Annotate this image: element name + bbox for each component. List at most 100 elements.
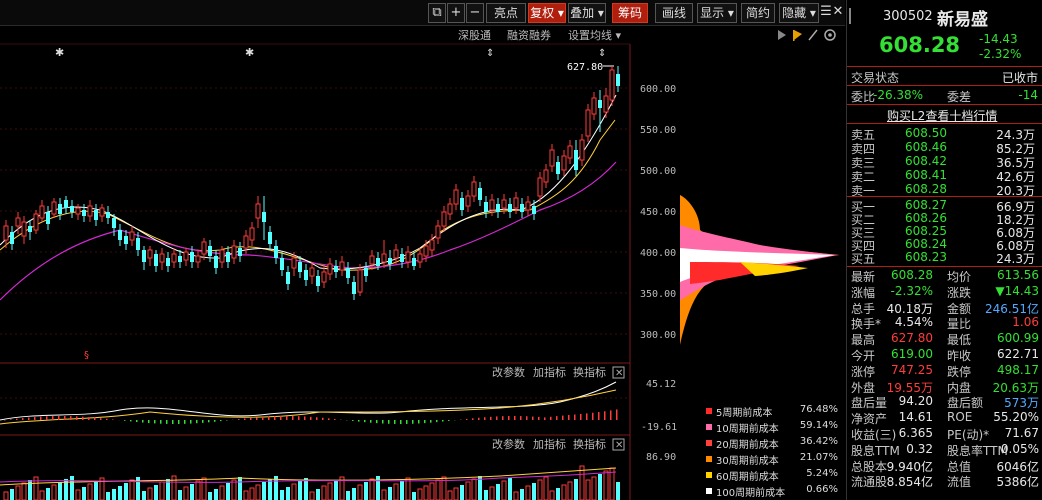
volume-bar — [567, 481, 573, 500]
vol-top-value: 86.90 — [646, 452, 676, 463]
volume-bar — [381, 489, 387, 500]
volume-bar — [94, 481, 98, 500]
macd-bar — [40, 416, 42, 420]
macd-bar — [550, 416, 552, 420]
volume-bar — [142, 491, 146, 500]
volume-bar — [489, 486, 495, 500]
quote-header: 300502 新易盛 608.28 -14.43 -2.32% — [847, 0, 1042, 66]
candle — [405, 251, 411, 263]
candle — [549, 149, 555, 167]
volume-bar — [574, 479, 578, 500]
candle — [532, 206, 536, 214]
ask-row[interactable]: 卖四 608.46 85.2万 — [851, 140, 1039, 156]
macd-bar — [556, 416, 558, 420]
volume-bar — [195, 480, 201, 500]
volume-bar — [304, 478, 308, 500]
candle — [357, 269, 363, 293]
l2-link[interactable]: 购买L2查看十档行情 — [851, 107, 1038, 123]
volume-bar — [118, 486, 122, 500]
event-marker[interactable]: ⇕ — [486, 48, 494, 59]
volume-bar — [82, 487, 86, 500]
candle — [70, 206, 74, 212]
candle — [501, 199, 507, 209]
volume-bar — [532, 483, 536, 500]
candle — [255, 203, 261, 219]
volume-bar — [525, 485, 531, 500]
dividend-marker[interactable]: § — [84, 350, 89, 361]
candle — [298, 262, 302, 272]
volume-bar — [471, 478, 477, 500]
candle — [195, 255, 201, 263]
macd-bar — [274, 416, 276, 420]
price-axis: 600.00 550.00 500.00 450.00 400.00 350.0… — [640, 84, 676, 341]
volume-bar — [603, 470, 609, 500]
stat-row: 总手 40.18万 金额 246.51亿 — [851, 301, 1039, 316]
macd-bar — [598, 412, 600, 420]
vol-controls: 改参数 加指标 换指标 — [492, 437, 606, 451]
volume-bar — [255, 484, 261, 500]
ask-row[interactable]: 卖一 608.28 20.3万 — [851, 182, 1039, 198]
macd-bar — [160, 420, 162, 424]
macd-bar — [196, 420, 198, 424]
macd-bar — [58, 416, 60, 420]
event-marker[interactable]: ✱ — [245, 46, 254, 59]
candle — [249, 227, 255, 241]
price-tick: 300.00 — [640, 330, 676, 341]
macd-bar — [214, 420, 216, 422]
macd-bar — [334, 418, 336, 420]
candle — [376, 258, 380, 266]
macd-switch-button[interactable]: 换指标 — [573, 365, 606, 379]
macd-bar — [46, 416, 48, 420]
ma-line-white — [0, 94, 617, 270]
volume-bar — [243, 490, 249, 500]
macd-params-button[interactable]: 改参数 — [492, 365, 525, 379]
volume-bar — [171, 475, 177, 500]
candle — [423, 245, 429, 257]
macd-dif-line — [0, 381, 617, 421]
candle — [585, 109, 591, 137]
candle — [124, 236, 128, 244]
vol-add-button[interactable]: 加指标 — [533, 437, 566, 451]
event-marker[interactable]: ⇕ — [598, 48, 606, 59]
volume-bar — [484, 490, 488, 500]
bid-row[interactable]: 买五 608.23 24.3万 — [851, 250, 1039, 266]
candle — [591, 97, 597, 115]
macd-bar — [202, 420, 204, 423]
macd-bar — [532, 416, 534, 420]
ask-row[interactable]: 卖二 608.41 42.6万 — [851, 168, 1039, 184]
panel-toggle-icon[interactable] — [849, 8, 861, 24]
macd-bar — [412, 420, 414, 424]
candle — [178, 256, 182, 262]
candle — [525, 201, 531, 211]
candle — [435, 225, 441, 239]
candle — [304, 270, 308, 280]
legend-row: 20周期前成本 36.42% — [704, 436, 844, 451]
macd-bar — [130, 420, 132, 422]
stock-code: 300502 — [883, 9, 933, 24]
candle — [508, 204, 512, 212]
ma-line-yellow — [0, 119, 616, 271]
event-marker[interactable]: ✱ — [55, 46, 64, 59]
volume-bar — [231, 479, 237, 500]
stat-row: 涨停 747.25 跌停 498.17 — [851, 362, 1039, 379]
candle — [280, 258, 284, 270]
volume-bar — [357, 484, 363, 500]
macd-bar — [448, 420, 450, 421]
ask-row[interactable]: 卖三 608.42 36.5万 — [851, 154, 1039, 170]
macd-bar — [310, 416, 312, 420]
volume-bar — [537, 479, 543, 500]
candle — [46, 212, 50, 224]
macd-bar — [100, 418, 102, 420]
stat-row: 今开 619.00 昨收 622.71 — [851, 347, 1039, 363]
volume-bar — [556, 488, 560, 500]
candle — [388, 258, 392, 264]
macd-bar — [538, 416, 540, 420]
vol-switch-button[interactable]: 换指标 — [573, 437, 606, 451]
vol-params-button[interactable]: 改参数 — [492, 437, 525, 451]
macd-bar — [28, 417, 30, 420]
candle — [159, 253, 165, 263]
ask-row[interactable]: 卖五 608.50 24.3万 — [851, 126, 1039, 142]
macd-add-button[interactable]: 加指标 — [533, 365, 566, 379]
macd-bar — [82, 416, 84, 420]
stat-row: 股息TTM 0.32 股息率TTM 0.05% — [851, 441, 1039, 458]
